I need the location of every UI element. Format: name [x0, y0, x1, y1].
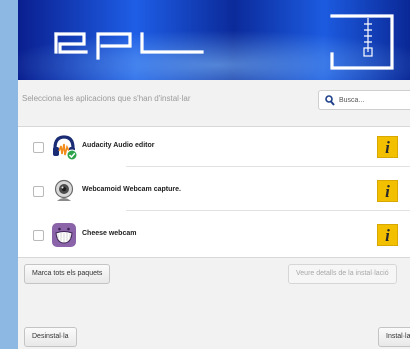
info-button[interactable]: i — [377, 136, 398, 158]
search-box[interactable] — [318, 90, 410, 110]
app-window: Selecciona les aplicacions que s'han d'i… — [18, 0, 410, 349]
select-checkbox[interactable] — [33, 230, 44, 241]
view-details-button[interactable]: Veure detalls de la instal·lació — [288, 264, 397, 284]
list-item[interactable]: Webcamoid Webcam capture. i — [18, 171, 410, 211]
epi-banner — [18, 0, 410, 80]
list-item[interactable]: Cheese webcam i — [18, 215, 410, 255]
uninstall-button[interactable]: Desinstal·la — [24, 327, 77, 347]
search-input[interactable] — [339, 93, 409, 107]
search-icon — [325, 95, 335, 106]
info-button[interactable]: i — [377, 180, 398, 202]
mark-all-button[interactable]: Marca tots els paquets — [24, 264, 111, 284]
install-button[interactable]: Instal·la — [378, 327, 410, 347]
instruction-text: Selecciona les aplicacions que s'han d'i… — [22, 94, 191, 103]
cheese-icon — [52, 223, 76, 247]
info-button[interactable]: i — [377, 224, 398, 246]
epi-logo — [54, 14, 394, 70]
audacity-icon — [53, 135, 78, 161]
app-name: Webcamoid Webcam capture. — [82, 186, 181, 193]
app-name: Audacity Audio editor — [82, 142, 155, 149]
list-item[interactable]: Audacity Audio editor i — [18, 127, 410, 167]
select-checkbox[interactable] — [33, 142, 44, 153]
app-name: Cheese webcam — [82, 230, 137, 237]
webcamoid-icon — [54, 179, 74, 201]
select-checkbox[interactable] — [33, 186, 44, 197]
app-list: Audacity Audio editor i Webcamoid Webcam… — [18, 126, 410, 258]
